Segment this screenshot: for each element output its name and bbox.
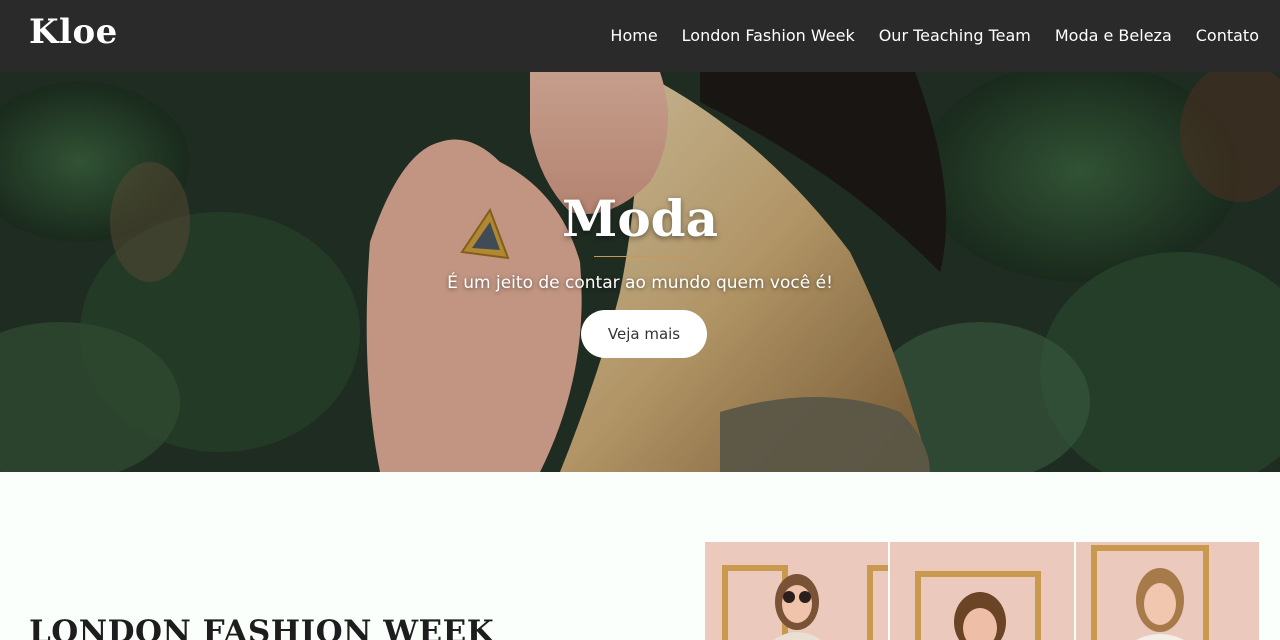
nav-item-london-fashion-week: London Fashion Week bbox=[682, 26, 855, 46]
hero-divider bbox=[594, 256, 694, 257]
nav-item-teaching-team: Our Teaching Team bbox=[879, 26, 1031, 46]
nav-link-home[interactable]: Home bbox=[610, 26, 657, 45]
section-title: LONDON FASHION WEEK bbox=[29, 614, 495, 640]
hero-overlay bbox=[0, 72, 1280, 472]
nav-link-london-fashion-week[interactable]: London Fashion Week bbox=[682, 26, 855, 45]
nav-link-moda-e-beleza[interactable]: Moda e Beleza bbox=[1055, 26, 1172, 45]
navbar: Kloe Home London Fashion Week Our Teachi… bbox=[0, 0, 1280, 72]
gallery-image-3[interactable] bbox=[1075, 542, 1259, 640]
fashion-model-photo-icon bbox=[1075, 542, 1258, 640]
hero-banner: Moda É um jeito de contar ao mundo quem … bbox=[0, 72, 1280, 472]
fashion-model-photo-icon bbox=[890, 542, 1074, 640]
nav-menu: Home London Fashion Week Our Teaching Te… bbox=[586, 0, 1259, 72]
nav-item-moda-e-beleza: Moda e Beleza bbox=[1055, 26, 1172, 46]
gallery-image-2[interactable] bbox=[890, 542, 1074, 640]
veja-mais-button[interactable]: Veja mais bbox=[581, 310, 707, 358]
fashion-model-photo-icon bbox=[705, 542, 889, 640]
nav-link-contato[interactable]: Contato bbox=[1196, 26, 1259, 45]
nav-item-home: Home bbox=[610, 26, 657, 46]
nav-link-teaching-team[interactable]: Our Teaching Team bbox=[879, 26, 1031, 45]
fashion-gallery bbox=[705, 542, 1259, 640]
hero-title: Moda bbox=[561, 189, 719, 248]
hero-subtitle: É um jeito de contar ao mundo quem você … bbox=[447, 273, 833, 293]
brand-logo[interactable]: Kloe bbox=[29, 12, 118, 52]
nav-item-contato: Contato bbox=[1196, 26, 1259, 46]
gallery-image-1[interactable] bbox=[705, 542, 889, 640]
